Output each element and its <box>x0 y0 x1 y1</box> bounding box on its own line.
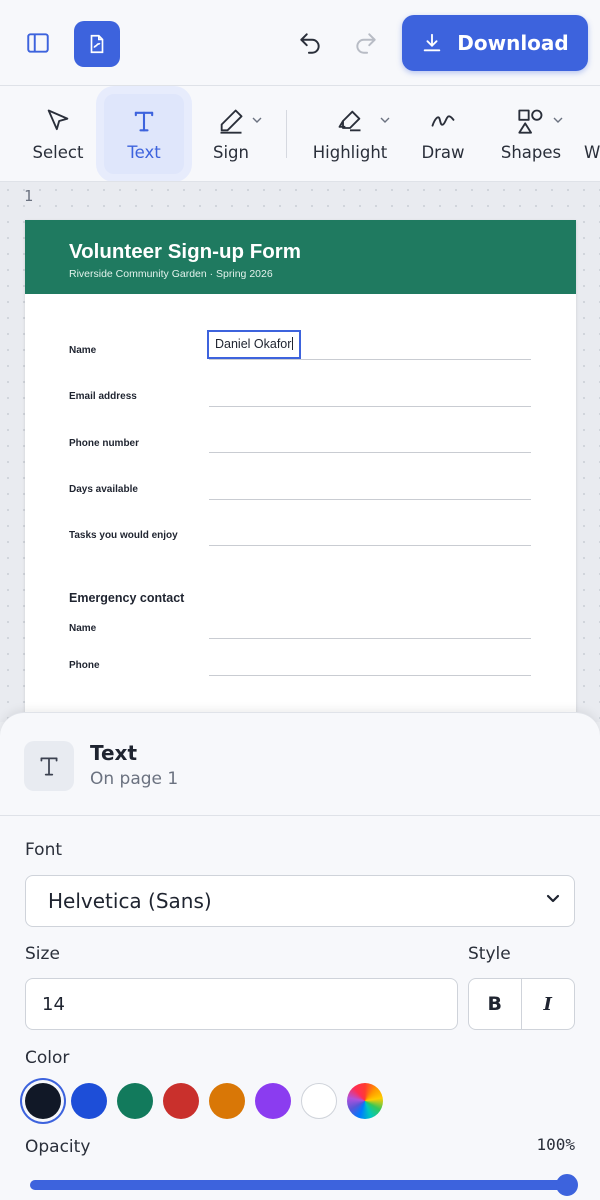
document-button[interactable] <box>74 21 120 67</box>
pdf-page[interactable]: Volunteer Sign-up Form Riverside Communi… <box>25 220 576 722</box>
panel-tool-badge <box>24 741 74 791</box>
style-label: Style <box>468 944 511 964</box>
tool-shapes[interactable]: Shapes <box>496 86 566 181</box>
field-line-email[interactable] <box>209 406 531 407</box>
tool-label: Draw <box>421 142 465 162</box>
size-input[interactable]: 14 <box>25 978 458 1030</box>
bold-button[interactable]: B <box>469 979 522 1029</box>
field-line-days[interactable] <box>209 499 531 500</box>
tool-label: Text <box>127 142 161 162</box>
tool-bar: Select Text Sign Highlight Draw Shapes W <box>0 86 600 182</box>
color-swatch[interactable] <box>71 1083 107 1119</box>
chevron-down-icon <box>252 117 262 123</box>
tool-label: Shapes <box>500 142 562 162</box>
color-swatch[interactable] <box>163 1083 199 1119</box>
opacity-slider[interactable] <box>30 1174 578 1196</box>
document-canvas[interactable]: 1 Volunteer Sign-up Form Riverside Commu… <box>0 182 600 722</box>
tool-highlight[interactable]: Highlight <box>308 86 392 181</box>
tool-label: Select <box>32 142 84 162</box>
field-line-emergency-name[interactable] <box>209 638 531 639</box>
tool-sign[interactable]: Sign <box>200 86 262 181</box>
field-label-phone: Phone number <box>69 438 140 449</box>
field-line-phone[interactable] <box>209 452 531 453</box>
field-label-email: Email address <box>69 391 137 402</box>
field-line-name[interactable] <box>209 359 531 360</box>
form-subtitle: Riverside Community Garden · Spring 2026 <box>69 268 273 280</box>
tool-draw[interactable]: Draw <box>410 86 476 181</box>
field-line-tasks[interactable] <box>209 545 531 546</box>
form-header: Volunteer Sign-up Form Riverside Communi… <box>25 220 576 294</box>
panel-title: Text <box>90 741 138 765</box>
squiggle-icon <box>431 114 455 127</box>
chevron-down-icon <box>553 117 563 123</box>
text-caret <box>292 337 294 350</box>
field-label-tasks: Tasks you would enjoy <box>69 530 178 541</box>
text-annotation-box[interactable]: Daniel Okafor <box>207 330 301 359</box>
italic-button[interactable]: I <box>522 979 575 1029</box>
tool-label: W <box>584 142 600 162</box>
color-swatch[interactable] <box>301 1083 337 1119</box>
panel-subtitle: On page 1 <box>90 769 179 789</box>
opacity-label: Opacity <box>25 1137 91 1157</box>
field-line-emergency-phone[interactable] <box>209 675 531 676</box>
pen-icon <box>220 109 243 134</box>
form-title: Volunteer Sign-up Form <box>69 240 301 263</box>
page-number: 1 <box>24 187 34 205</box>
toolbar-divider <box>286 110 287 158</box>
document-icon <box>90 34 104 54</box>
opacity-value: 100% <box>536 1135 575 1154</box>
undo-button[interactable] <box>288 21 332 65</box>
field-label-name: Name <box>69 345 97 356</box>
panel-divider <box>0 815 600 816</box>
font-select[interactable]: Helvetica (Sans) <box>25 875 575 927</box>
top-bar: Download <box>0 0 600 86</box>
download-icon <box>424 33 441 52</box>
highlighter-icon <box>338 110 361 131</box>
text-properties-panel: Text On page 1 Font Helvetica (Sans) Siz… <box>0 712 600 1200</box>
font-label: Font <box>25 840 63 860</box>
size-label: Size <box>25 944 60 964</box>
size-input-value: 14 <box>42 993 65 1015</box>
color-label: Color <box>25 1048 70 1068</box>
field-label-emergency-phone: Phone <box>69 660 100 671</box>
tool-text[interactable]: Text <box>96 86 192 181</box>
chevron-down-icon <box>380 117 390 123</box>
download-button[interactable]: Download <box>402 15 588 71</box>
redo-button[interactable] <box>344 21 388 65</box>
custom-color-swatch[interactable] <box>347 1083 383 1119</box>
emergency-section-title: Emergency contact <box>69 591 185 605</box>
text-annotation-value: Daniel Okafor <box>215 337 292 351</box>
sidebar-toggle-button[interactable] <box>16 21 60 65</box>
style-toggle-group: B I <box>468 978 575 1030</box>
chevron-down-icon <box>546 894 560 903</box>
text-icon <box>134 111 154 131</box>
color-swatch[interactable] <box>209 1083 245 1119</box>
tool-partial[interactable]: W <box>584 86 600 181</box>
shapes-icon <box>518 109 543 134</box>
opacity-slider-thumb[interactable] <box>556 1174 578 1196</box>
download-label: Download <box>457 31 569 55</box>
color-swatch[interactable] <box>117 1083 153 1119</box>
field-label-days: Days available <box>69 484 138 495</box>
field-label-emergency-name: Name <box>69 623 97 634</box>
opacity-slider-fill <box>30 1180 567 1190</box>
undo-icon <box>300 33 320 54</box>
tool-label: Highlight <box>312 142 388 162</box>
tool-select[interactable]: Select <box>22 86 94 181</box>
color-swatch[interactable] <box>255 1083 291 1119</box>
sidebar-icon <box>27 33 49 53</box>
redo-icon <box>356 33 376 54</box>
font-select-value: Helvetica (Sans) <box>48 889 212 913</box>
text-icon <box>40 757 58 776</box>
cursor-icon <box>47 109 69 130</box>
color-swatch[interactable] <box>25 1083 61 1119</box>
tool-label: Sign <box>213 142 249 162</box>
